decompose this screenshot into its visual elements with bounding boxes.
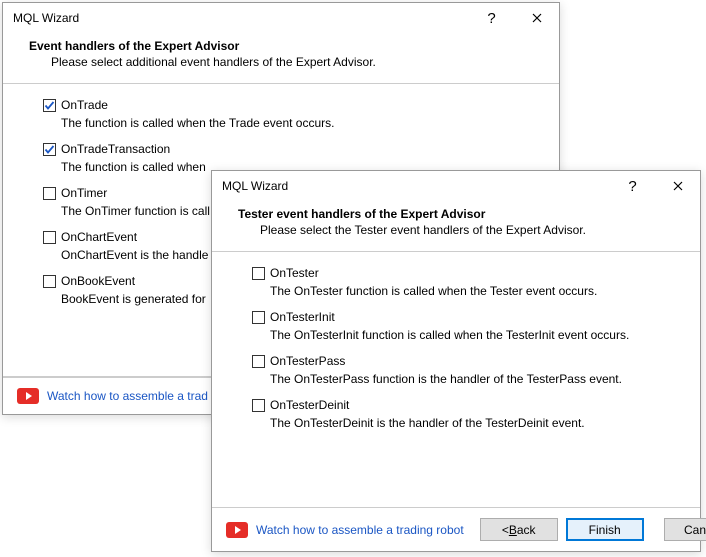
subheading: Please select the Tester event handlers … [238, 223, 682, 237]
checkbox[interactable] [43, 275, 56, 288]
option-label[interactable]: OnTesterPass [270, 354, 345, 368]
footer: Watch how to assemble a trading robot < … [212, 507, 700, 551]
close-button[interactable] [655, 171, 700, 201]
option-label[interactable]: OnTesterDeinit [270, 398, 349, 412]
heading: Event handlers of the Expert Advisor [29, 39, 541, 53]
youtube-icon [226, 522, 248, 538]
checkbox[interactable] [252, 355, 265, 368]
option-description: The OnTesterPass function is the handler… [252, 372, 680, 386]
help-button[interactable]: ? [610, 171, 655, 201]
option-label[interactable]: OnChartEvent [61, 230, 137, 244]
option-description: The OnTester function is called when the… [252, 284, 680, 298]
option-ontradetransaction: OnTradeTransactionThe function is called… [43, 140, 539, 174]
option-label[interactable]: OnTester [270, 266, 319, 280]
checkbox[interactable] [43, 99, 56, 112]
watch-video-link[interactable]: Watch how to assemble a trading robot [256, 523, 464, 537]
option-ontesterdeinit: OnTesterDeinit The OnTesterDeinit is the … [252, 396, 680, 430]
checkbox[interactable] [252, 267, 265, 280]
checkbox[interactable] [252, 311, 265, 324]
option-description: The OnTesterDeinit is the handler of the… [252, 416, 680, 430]
option-ontesterinit: OnTesterInit The OnTesterInit function is… [252, 308, 680, 342]
youtube-icon [17, 388, 39, 404]
checkbox[interactable] [43, 187, 56, 200]
option-label[interactable]: OnTrade [61, 98, 108, 112]
close-icon [532, 13, 542, 23]
option-label[interactable]: OnTesterInit [270, 310, 335, 324]
option-label[interactable]: OnTradeTransaction [61, 142, 170, 156]
finish-button[interactable]: Finish [566, 518, 644, 541]
help-button[interactable]: ? [469, 3, 514, 33]
subheading: Please select additional event handlers … [29, 55, 541, 69]
option-description: The OnTesterInit function is called when… [252, 328, 680, 342]
options-area: OnTester The OnTester function is called … [212, 252, 700, 507]
option-label[interactable]: OnBookEvent [61, 274, 135, 288]
option-ontesterpass: OnTesterPass The OnTesterPass function is… [252, 352, 680, 386]
titlebar[interactable]: MQL Wizard ? [212, 171, 700, 201]
close-button[interactable] [514, 3, 559, 33]
checkbox[interactable] [43, 143, 56, 156]
wizard-dialog-tester-events: MQL Wizard ? Tester event handlers of th… [211, 170, 701, 552]
checkbox[interactable] [252, 399, 265, 412]
close-icon [673, 181, 683, 191]
window-title: MQL Wizard [222, 179, 610, 193]
header-area: Event handlers of the Expert Advisor Ple… [3, 33, 559, 83]
titlebar[interactable]: MQL Wizard ? [3, 3, 559, 33]
checkbox[interactable] [43, 231, 56, 244]
window-title: MQL Wizard [13, 11, 469, 25]
header-area: Tester event handlers of the Expert Advi… [212, 201, 700, 251]
cancel-button[interactable]: Cancel [664, 518, 706, 541]
option-label[interactable]: OnTimer [61, 186, 107, 200]
back-button[interactable]: < Back [480, 518, 558, 541]
option-description: The function is called when the Trade ev… [43, 116, 539, 130]
option-ontester: OnTester The OnTester function is called … [252, 264, 680, 298]
watch-video-link[interactable]: Watch how to assemble a trad [47, 389, 208, 403]
heading: Tester event handlers of the Expert Advi… [238, 207, 682, 221]
option-ontrade: OnTrade The function is called when the T… [43, 96, 539, 130]
